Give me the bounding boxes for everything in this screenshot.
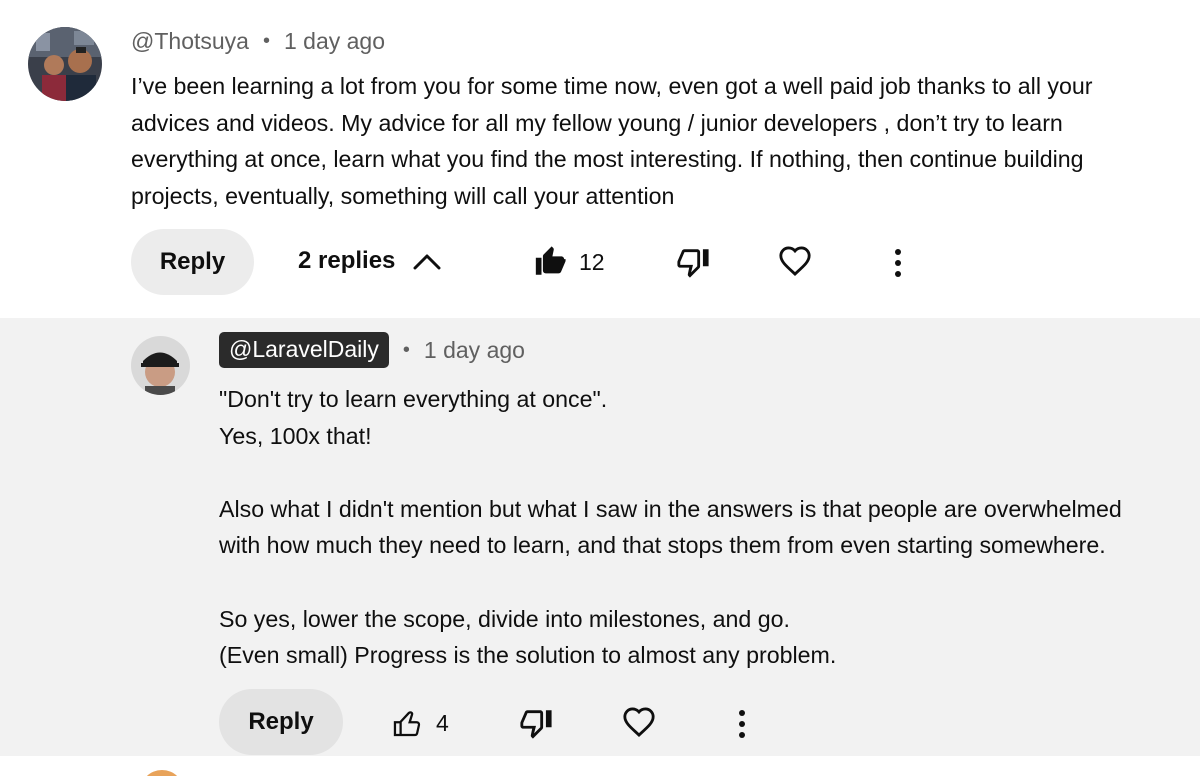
reply-meta: @LaravelDaily • 1 day ago bbox=[219, 332, 525, 368]
reply-line: (Even small) Progress is the solution to… bbox=[219, 642, 837, 669]
comment-line: everything at once, learn what you find … bbox=[131, 146, 1084, 173]
reply-timestamp[interactable]: 1 day ago bbox=[424, 337, 525, 364]
thumbs-up-icon bbox=[535, 246, 566, 275]
next-comment-area bbox=[0, 756, 1200, 776]
reply-author-badge[interactable]: @LaravelDaily bbox=[219, 332, 389, 368]
reply-line: "Don't try to learn everything at once". bbox=[219, 386, 608, 412]
comment-line: I’ve been learning a lot from you for so… bbox=[131, 73, 1093, 99]
reply-line: Yes, 100x that! bbox=[219, 422, 372, 449]
like-count: 12 bbox=[579, 248, 605, 275]
comment-timestamp[interactable]: 1 day ago bbox=[284, 28, 385, 55]
reply-line: with how much they need to learn, and th… bbox=[219, 532, 1106, 559]
more-vertical-icon bbox=[895, 249, 901, 277]
reply-line: So yes, lower the scope, divide into mil… bbox=[219, 605, 790, 632]
comment-line: advices and videos. My advice for all my… bbox=[131, 109, 1063, 136]
thumbs-down-icon bbox=[677, 249, 709, 278]
reply-button[interactable]: Reply bbox=[131, 229, 254, 295]
replies-count-label: 2 replies bbox=[298, 247, 396, 274]
reply-avatar[interactable] bbox=[131, 336, 190, 395]
heart-button[interactable] bbox=[621, 706, 657, 740]
heart-icon bbox=[779, 246, 811, 276]
like-button[interactable]: 4 bbox=[390, 706, 449, 740]
thumbs-down-icon bbox=[520, 710, 552, 739]
reply-line: Also what I didn't mention but what I sa… bbox=[219, 495, 1122, 522]
more-vertical-icon bbox=[739, 710, 745, 738]
reply-button[interactable]: Reply bbox=[219, 689, 343, 755]
comment-author[interactable]: @Thotsuya bbox=[131, 28, 249, 55]
dislike-button[interactable] bbox=[519, 706, 553, 740]
comment-line: projects, eventually, something will cal… bbox=[131, 182, 675, 209]
replies-toggle[interactable]: 2 replies bbox=[298, 247, 441, 275]
thumbs-up-icon bbox=[393, 711, 421, 737]
heart-button[interactable] bbox=[777, 245, 813, 279]
comment-meta: @Thotsuya • 1 day ago bbox=[131, 28, 385, 55]
comment-body: I’ve been learning a lot from you for so… bbox=[131, 68, 1093, 214]
dislike-button[interactable] bbox=[676, 245, 710, 279]
reply-body: "Don't try to learn everything at once".… bbox=[219, 381, 1122, 674]
meta-separator: • bbox=[262, 30, 270, 52]
heart-icon bbox=[623, 707, 655, 737]
more-actions-button[interactable] bbox=[730, 708, 754, 740]
more-actions-button[interactable] bbox=[886, 247, 910, 279]
chevron-up-icon bbox=[413, 254, 441, 270]
comment-avatar[interactable] bbox=[28, 27, 102, 101]
meta-separator: • bbox=[402, 338, 410, 361]
like-button[interactable]: 12 bbox=[533, 245, 605, 279]
comment-thread: @Thotsuya • 1 day ago I’ve been learning… bbox=[0, 0, 1200, 318]
reply-thread: @LaravelDaily • 1 day ago "Don't try to … bbox=[0, 318, 1200, 756]
like-count: 4 bbox=[436, 709, 449, 736]
